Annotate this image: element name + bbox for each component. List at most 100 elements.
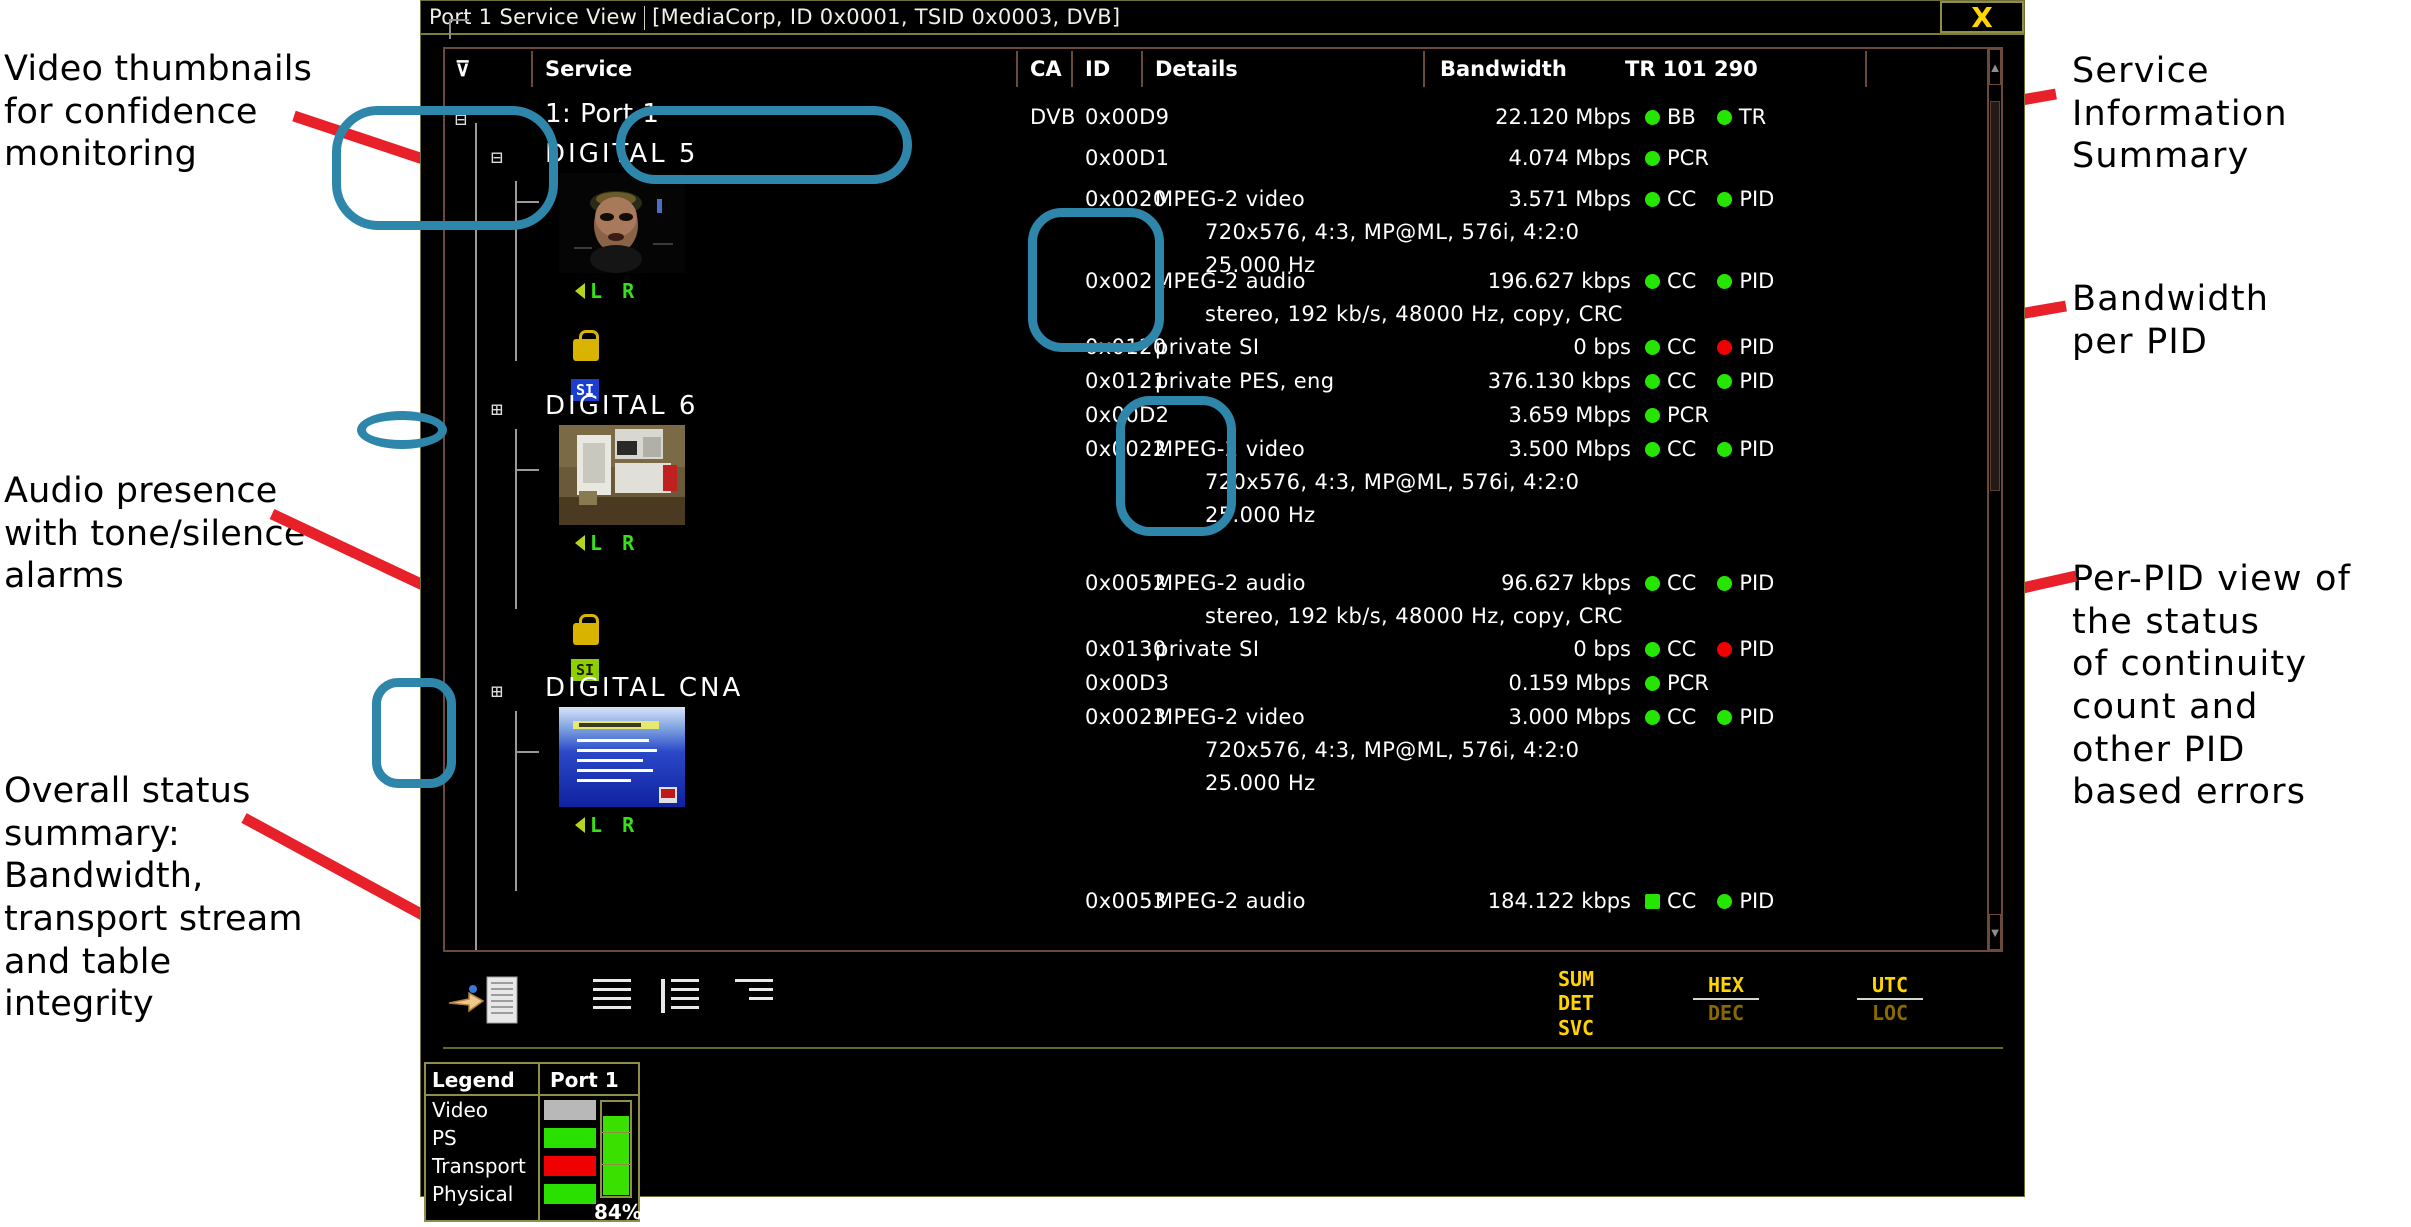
header-id[interactable]: ID <box>1085 57 1110 81</box>
header-tr101290[interactable]: TR 101 290 <box>1625 57 1758 81</box>
hex-dec-toggle[interactable]: HEX DEC <box>1693 973 1759 1026</box>
legend-header: Legend Port 1 <box>426 1064 638 1096</box>
scroll-down-button[interactable]: ▼ <box>1989 914 2001 950</box>
vertical-scrollbar[interactable]: ▲ ▼ <box>1987 49 2001 950</box>
utc-loc-toggle[interactable]: UTC LOC <box>1857 973 1923 1026</box>
header-details[interactable]: Details <box>1155 57 1238 81</box>
flag-cc: CC <box>1667 437 1697 461</box>
video-thumbnail-2[interactable] <box>559 425 685 525</box>
service-name-2[interactable]: DIGITAL 6 <box>545 391 698 421</box>
header-divider <box>1141 51 1143 87</box>
video-thumbnail-1[interactable] <box>559 173 685 273</box>
flag-cc: CC <box>1667 335 1697 359</box>
tree-trunk <box>475 123 477 950</box>
table-body: ⊟ ⊟ ⊞ ⊞ 1: Port 1 DVB 0x00D9 22.120 Mbps… <box>445 89 1987 950</box>
mode-underline <box>1857 998 1923 1001</box>
annotation-per-pid-status: Per-PID view of the status of continuity… <box>2072 559 2352 813</box>
pid-id-2-3: 0x00D2 <box>1085 403 1170 427</box>
tree-expander-service-2[interactable]: ⊞ <box>491 397 503 421</box>
flag-pid: PID <box>1739 369 1775 393</box>
status-dot-ok-icon <box>1645 339 1660 355</box>
header-divider <box>1071 51 1073 87</box>
scroll-up-button[interactable]: ▲ <box>1989 49 2001 85</box>
pid-status-3-1: CC PID <box>1645 637 1774 661</box>
speaker-icon <box>575 283 585 299</box>
pid-bandwidth-2-2: 376.130 kbps <box>1487 369 1631 393</box>
pid-bandwidth-1-0: 3.571 Mbps <box>1508 187 1631 211</box>
root-service-name[interactable]: 1: Port 1 <box>545 99 659 129</box>
root-child-status-group: PCR <box>1645 146 1709 170</box>
audio-indicator-1[interactable]: L R <box>575 279 638 303</box>
legend-row-ps: PS <box>432 1126 457 1150</box>
legend-header-legend: Legend <box>432 1068 515 1092</box>
pid-bandwidth-3-2: 0.159 Mbps <box>1508 671 1631 695</box>
video-thumbnail-3[interactable] <box>559 707 685 807</box>
tree-expander-service-1[interactable]: ⊟ <box>491 145 503 169</box>
header-ca[interactable]: CA <box>1030 57 1062 81</box>
legend-header-port: Port 1 <box>550 1068 619 1092</box>
status-dot-error-icon <box>1717 641 1733 657</box>
mode-dec[interactable]: DEC <box>1693 1001 1759 1025</box>
audio-channels-3: L R <box>590 813 639 837</box>
hand-pointer-icon[interactable] <box>447 971 531 1027</box>
flag-cc: CC <box>1667 269 1697 293</box>
close-button[interactable]: X <box>1940 1 2024 34</box>
mode-det[interactable]: DET <box>1541 991 1611 1015</box>
status-dot-ok-icon <box>1645 675 1660 691</box>
scrollbar-thumb[interactable] <box>1990 101 2000 491</box>
tree-expander-service-3[interactable]: ⊞ <box>491 679 503 703</box>
pid-sub-3-0: stereo, 192 kb/s, 48000 Hz, copy, CRC <box>1205 604 1623 628</box>
list-view-detail-icon[interactable] <box>661 979 699 1013</box>
mode-utc[interactable]: UTC <box>1857 973 1923 997</box>
status-dot-ok-icon <box>1716 109 1732 125</box>
bottom-toolbar: SUM DET SVC HEX DEC UTC LOC <box>443 959 2003 1049</box>
pid-bandwidth-2-3: 3.659 Mbps <box>1508 403 1631 427</box>
bandwidth-gauge <box>600 1100 632 1198</box>
tree-branch-line <box>515 181 517 361</box>
mode-sum[interactable]: SUM <box>1541 967 1611 991</box>
tree-branch-tick <box>515 201 539 203</box>
flag-pid: PID <box>1739 187 1775 211</box>
header-service[interactable]: Service <box>545 57 632 81</box>
header-bandwidth[interactable]: Bandwidth <box>1440 57 1567 81</box>
mode-loc[interactable]: LOC <box>1857 1001 1923 1025</box>
tree-branch-line <box>515 429 517 609</box>
audio-indicator-2[interactable]: L R <box>575 531 638 555</box>
audio-indicator-3[interactable]: L R <box>575 813 638 837</box>
audio-channels-1: L R <box>590 279 639 303</box>
root-status-group: BB TR <box>1645 105 1766 129</box>
flag-pid: PID <box>1739 335 1775 359</box>
tree-expander-root[interactable]: ⊟ <box>455 107 467 131</box>
list-view-summary-icon[interactable] <box>593 979 631 1013</box>
flag-cc: CC <box>1667 369 1697 393</box>
pid-bandwidth-3-1: 0 bps <box>1573 637 1631 661</box>
root-child-flag-pcr: PCR <box>1667 146 1709 170</box>
pid-sub-2-4-b: 25.000 Hz <box>1205 503 1316 527</box>
flag-cc: CC <box>1667 637 1697 661</box>
flag-cc: CC <box>1667 187 1697 211</box>
status-dot-ok-icon <box>1645 407 1660 423</box>
root-id: 0x00D9 <box>1085 105 1170 129</box>
header-tree-toggle[interactable]: ⊽ <box>455 57 470 81</box>
annotation-bandwidth-per-pid: Bandwidth per PID <box>2072 279 2270 362</box>
list-view-service-icon[interactable] <box>735 979 773 1013</box>
flag-cc: CC <box>1667 889 1697 913</box>
pid-status-2-3: PCR <box>1645 403 1709 427</box>
pid-status-2-1: CC PID <box>1645 335 1774 359</box>
status-dot-ok-icon <box>1645 373 1660 389</box>
service-name-3[interactable]: DIGITAL CNA <box>545 673 743 703</box>
flag-pid: PID <box>1739 269 1775 293</box>
mode-svc[interactable]: SVC <box>1541 1016 1611 1040</box>
legend-swatch-transport <box>544 1156 596 1176</box>
service-name-1[interactable]: DIGITAL 5 <box>545 139 698 169</box>
title-separator <box>644 5 646 30</box>
legend-body: Video PS Transport Physical 84% <box>426 1096 642 1224</box>
root-flag-bb: BB <box>1667 105 1696 129</box>
mode-hex[interactable]: HEX <box>1693 973 1759 997</box>
pid-status-3-3: CC PID <box>1645 705 1774 729</box>
title-bar-text: Port 1 Service View [MediaCorp, ID 0x0001… <box>421 5 1120 30</box>
application-window: Port 1 Service View [MediaCorp, ID 0x0001… <box>420 0 2025 1197</box>
bandwidth-gauge-fill <box>603 1116 629 1195</box>
root-flag-tr: TR <box>1738 105 1767 129</box>
sum-det-svc-selector[interactable]: SUM DET SVC <box>1541 967 1611 1040</box>
